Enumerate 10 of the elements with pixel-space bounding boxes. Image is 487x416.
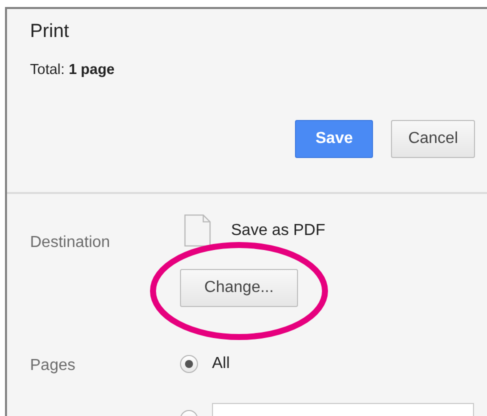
radio-button[interactable] <box>180 355 198 373</box>
cancel-button[interactable]: Cancel <box>391 120 475 158</box>
page-total: Total: 1 page <box>30 62 116 78</box>
dialog-title: Print <box>30 21 70 43</box>
destination-name: Save as PDF <box>231 221 326 240</box>
pages-label: Pages <box>30 356 76 376</box>
option-label: All <box>212 355 230 373</box>
change-button[interactable]: Change... <box>180 269 298 307</box>
destination-label: Destination <box>30 233 112 253</box>
document-icon <box>184 214 211 247</box>
